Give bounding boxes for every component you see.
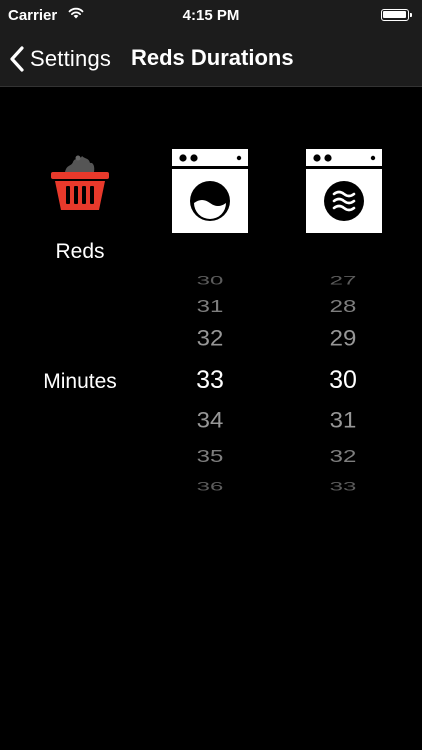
battery-icon	[381, 9, 412, 21]
picker-option[interactable]: 30	[303, 366, 383, 395]
category-label: Reds	[55, 240, 105, 263]
dryer-machine-icon	[306, 149, 382, 238]
picker-option[interactable]: 31	[170, 297, 250, 317]
back-button-label: Settings	[30, 46, 112, 71]
picker-option[interactable]: 27	[303, 274, 383, 288]
chevron-left-icon	[10, 46, 24, 72]
picker-option[interactable]: 33	[170, 366, 250, 395]
units-label: Minutes	[43, 370, 117, 393]
navigation-bar: Settings Reds Durations	[0, 33, 422, 87]
picker-option[interactable]: 34	[170, 408, 250, 434]
back-button[interactable]: Settings	[10, 42, 111, 76]
picker-option[interactable]: 35	[170, 447, 250, 467]
picker-option[interactable]: 28	[303, 297, 383, 317]
picker-option[interactable]: 33	[303, 480, 383, 494]
status-bar: Carrier 4:15 PM	[0, 0, 422, 33]
picker-option[interactable]: 29	[303, 326, 383, 352]
battery-nub	[410, 13, 412, 17]
laundry-basket-icon	[49, 151, 111, 218]
picker-option[interactable]: 31	[303, 408, 383, 434]
dryer-duration-picker[interactable]: 27 28 29 30 31 32 33	[303, 262, 383, 497]
picker-option[interactable]: 36	[170, 480, 250, 494]
washer-duration-picker[interactable]: 30 31 32 33 34 35 36	[170, 262, 250, 497]
status-time: 4:15 PM	[182, 7, 240, 24]
page-title: Reds Durations	[131, 45, 294, 70]
picker-option[interactable]: 32	[303, 447, 383, 467]
picker-option[interactable]: 30	[170, 274, 250, 288]
picker-option[interactable]: 32	[170, 326, 250, 352]
battery-fill	[383, 11, 406, 18]
washing-machine-icon	[172, 149, 248, 238]
